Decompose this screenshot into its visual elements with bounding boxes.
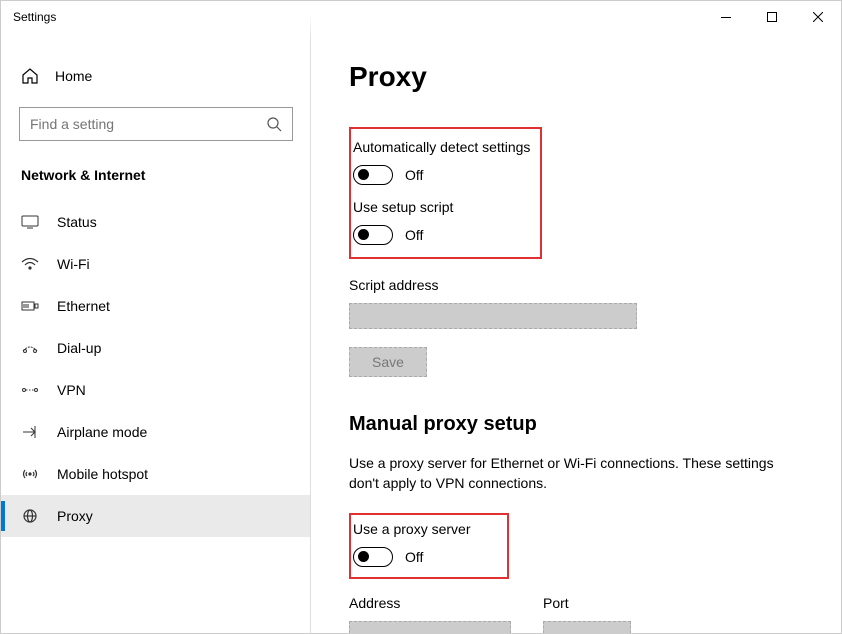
- nav-label: Airplane mode: [57, 424, 147, 440]
- maximize-button[interactable]: [749, 1, 795, 33]
- address-label: Address: [349, 595, 511, 611]
- content: Proxy Automatically detect settings Off …: [311, 33, 841, 633]
- search-icon: [266, 116, 282, 132]
- manual-section-title: Manual proxy setup: [349, 413, 801, 436]
- manual-section-desc: Use a proxy server for Ethernet or Wi-Fi…: [349, 454, 789, 493]
- close-button[interactable]: [795, 1, 841, 33]
- ethernet-icon: [21, 298, 39, 314]
- hotspot-icon: [21, 466, 39, 482]
- category-title: Network & Internet: [1, 161, 311, 201]
- window-title: Settings: [13, 10, 703, 24]
- proxy-icon: [21, 508, 39, 524]
- address-col: Address: [349, 589, 511, 633]
- nav-item-airplane[interactable]: Airplane mode: [1, 411, 311, 453]
- save-button: Save: [349, 347, 427, 377]
- highlight-box-auto: Automatically detect settings Off Use se…: [349, 127, 542, 259]
- search-input[interactable]: [30, 116, 266, 132]
- auto-detect-toggle[interactable]: [353, 165, 393, 185]
- nav-label: Mobile hotspot: [57, 466, 148, 482]
- highlight-box-manual: Use a proxy server Off: [349, 513, 509, 579]
- nav-label: Wi-Fi: [57, 256, 90, 272]
- home-icon: [21, 67, 39, 85]
- auto-detect-state: Off: [405, 167, 423, 183]
- address-input: [349, 621, 511, 633]
- nav-item-ethernet[interactable]: Ethernet: [1, 285, 311, 327]
- script-address-input: [349, 303, 637, 329]
- setup-script-toggle[interactable]: [353, 225, 393, 245]
- sidebar: Home Network & Internet Status Wi-Fi: [1, 33, 311, 633]
- nav-item-status[interactable]: Status: [1, 201, 311, 243]
- search-box[interactable]: [19, 107, 293, 141]
- nav-label: Dial-up: [57, 340, 101, 356]
- nav-item-vpn[interactable]: VPN: [1, 369, 311, 411]
- nav-item-wifi[interactable]: Wi-Fi: [1, 243, 311, 285]
- use-proxy-state: Off: [405, 549, 423, 565]
- window-controls: [703, 1, 841, 33]
- status-icon: [21, 214, 39, 230]
- page-title: Proxy: [349, 61, 801, 93]
- nav-label: Status: [57, 214, 97, 230]
- use-proxy-label: Use a proxy server: [353, 521, 497, 537]
- nav-label: Proxy: [57, 508, 93, 524]
- vpn-icon: [21, 382, 39, 398]
- nav-item-dialup[interactable]: Dial-up: [1, 327, 311, 369]
- setup-script-state: Off: [405, 227, 423, 243]
- setup-script-label: Use setup script: [353, 199, 530, 215]
- nav-label: Ethernet: [57, 298, 110, 314]
- port-input: [543, 621, 631, 633]
- port-label: Port: [543, 595, 631, 611]
- dialup-icon: [21, 340, 39, 356]
- nav-label: VPN: [57, 382, 86, 398]
- nav-home-label: Home: [55, 68, 92, 84]
- use-proxy-toggle-row: Off: [353, 547, 497, 567]
- port-col: Port: [543, 589, 631, 633]
- minimize-button[interactable]: [703, 1, 749, 33]
- nav-item-hotspot[interactable]: Mobile hotspot: [1, 453, 311, 495]
- airplane-icon: [21, 424, 39, 440]
- setup-script-toggle-row: Off: [353, 225, 530, 245]
- address-port-row: Address Port: [349, 589, 801, 633]
- wifi-icon: [21, 256, 39, 272]
- nav-home[interactable]: Home: [1, 57, 311, 95]
- titlebar: Settings: [1, 1, 841, 33]
- use-proxy-toggle[interactable]: [353, 547, 393, 567]
- script-address-label: Script address: [349, 277, 801, 293]
- auto-detect-toggle-row: Off: [353, 165, 530, 185]
- auto-detect-label: Automatically detect settings: [353, 139, 530, 155]
- nav-item-proxy[interactable]: Proxy: [1, 495, 311, 537]
